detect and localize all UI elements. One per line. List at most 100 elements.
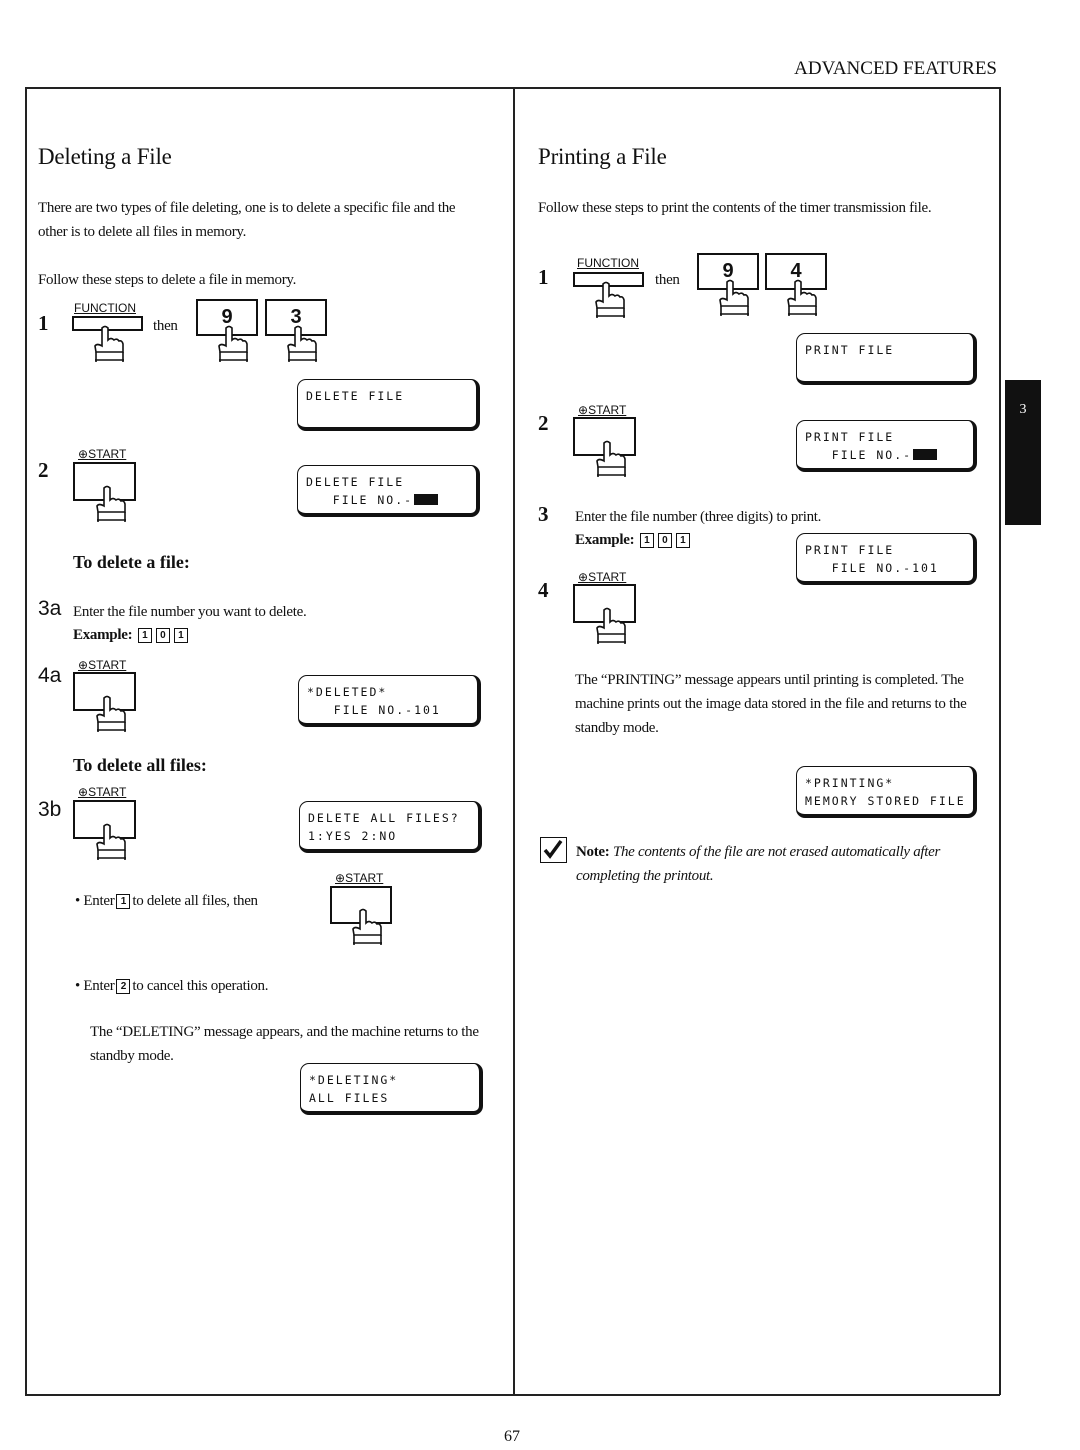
key-glyph: 1: [137, 628, 152, 643]
cursor-block: [414, 494, 439, 505]
step-number: 3b: [38, 798, 62, 821]
step-number: 2: [38, 458, 49, 482]
lcd-line: FILE NO.-: [805, 448, 913, 462]
lcd-line: *DELETED*: [307, 685, 388, 699]
checkmark-icon: [540, 837, 567, 863]
note-text: The contents of the file are not erased …: [576, 844, 941, 884]
example: Example: 101: [73, 623, 190, 647]
key-glyph: 1: [116, 894, 131, 909]
step-text: Enter the file number (three digits) to …: [575, 509, 822, 525]
pressing-hand-icon: [590, 606, 630, 646]
lcd-line: FILE NO.-101: [805, 561, 939, 575]
pressing-hand-icon: [90, 822, 130, 862]
lcd-display: PRINT FILE FILE NO.-101: [796, 533, 977, 585]
right-rule: [999, 87, 1001, 1395]
bullet-text: Enter: [83, 978, 115, 994]
pressing-hand-icon: [781, 278, 821, 318]
column-divider: [513, 87, 515, 1395]
key-glyph: 0: [155, 628, 170, 643]
bottom-rule: [25, 1394, 1000, 1396]
pressing-hand-icon: [90, 694, 130, 734]
lcd-display: *PRINTING* MEMORY STORED FILE: [796, 766, 977, 818]
step-number: 3a: [38, 597, 62, 620]
key-glyph: 0: [657, 533, 672, 548]
start-label: ⊕START: [335, 871, 384, 885]
step-number: 3: [538, 502, 549, 526]
start-label: ⊕START: [78, 658, 127, 672]
left-rule: [25, 87, 27, 1395]
lcd-line: PRINT FILE: [805, 430, 895, 444]
closing-text: The “DELETING” message appears, and the …: [90, 1024, 479, 1064]
chapter-number: 3: [1019, 402, 1027, 417]
closing-text: The “PRINTING” message appears until pri…: [575, 672, 967, 736]
lcd-display: PRINT FILE: [796, 333, 977, 385]
step-number: 4: [538, 578, 549, 602]
lcd-line: 1:YES 2:NO: [308, 829, 398, 843]
subheading: To delete a file:: [73, 552, 190, 572]
then-text: then: [153, 318, 178, 334]
lcd-display: PRINT FILE FILE NO.-: [796, 420, 977, 472]
pressing-hand-icon: [346, 907, 386, 947]
pressing-hand-icon: [281, 324, 321, 364]
lcd-line: DELETE FILE: [306, 475, 405, 489]
follow-text: Follow these steps to delete a file in m…: [38, 272, 297, 288]
lcd-line: *DELETING*: [309, 1073, 399, 1087]
start-label: ⊕START: [78, 447, 127, 461]
start-label-text: START: [345, 871, 384, 885]
start-label-text: START: [88, 447, 127, 461]
note: Note: The contents of the file are not e…: [576, 840, 971, 888]
step-text: Enter the file number you want to delete…: [73, 604, 307, 620]
lcd-line: PRINT FILE: [805, 543, 895, 557]
pressing-hand-icon: [88, 324, 128, 364]
key-glyph: 2: [116, 979, 131, 994]
pressing-hand-icon: [589, 280, 629, 320]
intro-text: There are two types of file deleting, on…: [38, 200, 456, 240]
cursor-block: [913, 449, 938, 460]
start-label: ⊕START: [78, 785, 127, 799]
bullet-text: to delete all files, then: [132, 893, 258, 909]
lcd-line: ALL FILES: [309, 1091, 390, 1105]
intro-text: Follow these steps to print the contents…: [538, 200, 932, 216]
pressing-hand-icon: [90, 484, 130, 524]
bullet-enter-2: • Enter 2 to cancel this operation.: [75, 978, 269, 994]
example: Example: 101: [575, 528, 692, 552]
function-label: FUNCTION: [577, 256, 639, 270]
page-number: 67: [504, 1428, 520, 1445]
step-number: 4a: [38, 664, 62, 687]
subheading: To delete all files:: [73, 755, 207, 775]
example-label: Example:: [575, 532, 635, 548]
start-label: ⊕START: [578, 570, 627, 584]
bullet-enter-1: • Enter 1 to delete all files, then: [75, 893, 258, 909]
example-label: Example:: [73, 627, 133, 643]
start-label-text: START: [588, 403, 627, 417]
lcd-display: DELETE FILE FILE NO.-: [297, 465, 480, 517]
bullet-text: to cancel this operation.: [132, 978, 269, 994]
note-label: Note:: [576, 844, 610, 860]
key-glyph: 1: [675, 533, 690, 548]
pressing-hand-icon: [212, 324, 252, 364]
lcd-display: DELETE FILE: [297, 379, 480, 431]
lcd-line: FILE NO.-: [306, 493, 414, 507]
section-header: ADVANCED FEATURES: [794, 58, 997, 79]
pressing-hand-icon: [590, 439, 630, 479]
bullet-text: Enter: [83, 893, 115, 909]
lcd-display: DELETE ALL FILES? 1:YES 2:NO: [299, 801, 482, 853]
lcd-line: *PRINTING*: [805, 776, 895, 790]
chapter-tab: 3: [1005, 380, 1041, 525]
step-number: 1: [38, 311, 49, 335]
step-number: 2: [538, 411, 549, 435]
start-label: ⊕START: [578, 403, 627, 417]
pressing-hand-icon: [713, 278, 753, 318]
lcd-line: FILE NO.-101: [307, 703, 441, 717]
key-glyph: 1: [639, 533, 654, 548]
lcd-display: *DELETED* FILE NO.-101: [298, 675, 481, 727]
start-label-text: START: [588, 570, 627, 584]
start-label-text: START: [88, 785, 127, 799]
key-glyph: 1: [173, 628, 188, 643]
lcd-line: DELETE ALL FILES?: [308, 811, 460, 825]
page-title-deleting: Deleting a File: [38, 144, 172, 169]
lcd-display: *DELETING* ALL FILES: [300, 1063, 483, 1115]
then-text: then: [655, 272, 680, 288]
start-label-text: START: [88, 658, 127, 672]
function-label: FUNCTION: [74, 301, 136, 315]
